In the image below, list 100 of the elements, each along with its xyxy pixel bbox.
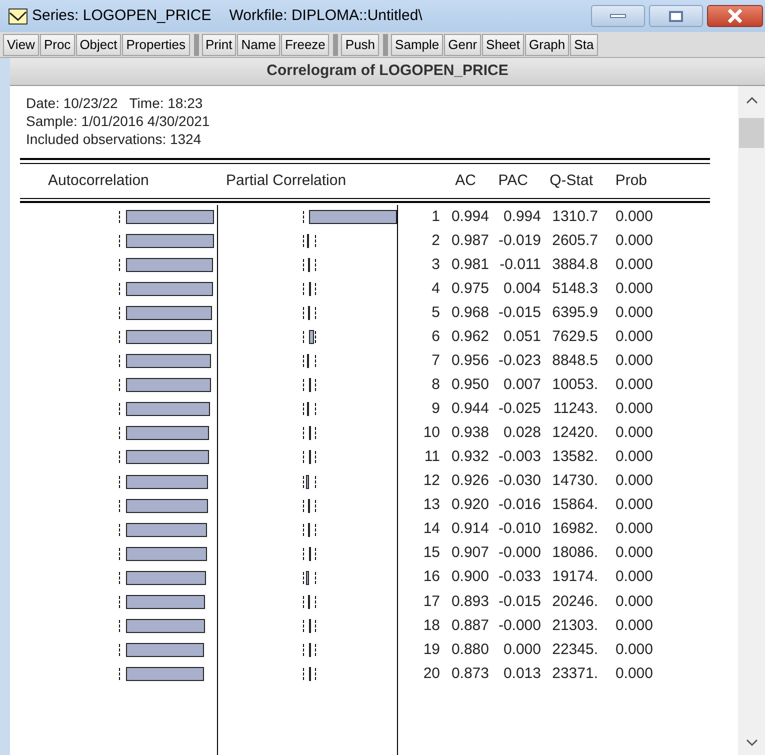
prob-cell-text: 0.000 xyxy=(614,616,653,636)
toolbar-button[interactable]: Graph xyxy=(525,34,570,56)
q-stat-cell-text: 20246. xyxy=(551,592,598,612)
lag-cell-text: 3 xyxy=(430,254,440,275)
lag-cell-text: 2 xyxy=(430,230,440,251)
prob-cell-text: 0.000 xyxy=(614,543,653,564)
minimize-button[interactable] xyxy=(591,5,645,27)
q-stat-cell-text: 18086. xyxy=(551,543,598,564)
info-line: Included observations: 1324 xyxy=(26,130,202,148)
toolbar-button[interactable]: Print xyxy=(202,34,236,56)
correlation-bar xyxy=(307,234,310,248)
q-stat-cell-text: 11243. xyxy=(552,399,598,420)
q-stat-cell-text: 3884.8 xyxy=(551,254,598,275)
pac-cell-text: -0.023 xyxy=(497,351,541,372)
pac-cell-text: 0.051 xyxy=(502,327,541,347)
correlation-bar xyxy=(306,354,309,368)
q-stat-cell-text: 14730. xyxy=(551,471,598,492)
scroll-thumb[interactable] xyxy=(739,118,764,148)
q-stat-cell-text: 8848.5 xyxy=(551,351,598,372)
q-stat-cell-text: 19174. xyxy=(551,567,598,588)
pac-cell-text: -0.010 xyxy=(497,519,541,540)
pac-cell-text: -0.025 xyxy=(497,399,541,420)
ac-cell-text: 0.900 xyxy=(450,567,489,588)
lag-cell-text: 1 xyxy=(430,206,440,227)
prob-cell-text: 0.000 xyxy=(614,471,653,492)
toolbar-button[interactable]: Proc xyxy=(40,34,75,56)
close-icon xyxy=(727,9,743,23)
prob-cell-text: 0.000 xyxy=(614,640,653,660)
lag-cell-text: 6 xyxy=(430,327,440,347)
ac-cell-text: 0.987 xyxy=(450,230,489,251)
q-stat-cell-text: 13582. xyxy=(551,447,598,468)
ac-cell-text: 0.932 xyxy=(450,447,489,468)
q-stat-cell-text: 23371. xyxy=(551,664,598,684)
lag-cell-text: 15 xyxy=(422,543,440,564)
prob-cell-text: 0.000 xyxy=(614,278,653,299)
prob-cell-text: 0.000 xyxy=(614,447,653,468)
prob-cell-text: 0.000 xyxy=(614,254,653,275)
toolbar-button[interactable]: Freeze xyxy=(280,34,330,56)
prob-cell-text: 0.000 xyxy=(614,519,653,540)
close-button[interactable] xyxy=(707,5,763,27)
q-stat-cell-text: 21303. xyxy=(551,616,598,636)
ac-cell-text: 0.950 xyxy=(450,375,489,396)
lag-cell-text: 11 xyxy=(423,447,440,468)
q-stat-cell-text: 22345. xyxy=(551,640,598,660)
toolbar-button[interactable]: Object xyxy=(76,34,122,56)
prob-cell-text: 0.000 xyxy=(614,302,653,323)
pac-cell-text: 0.007 xyxy=(502,375,541,396)
window-title: Series: LOGOPEN_PRICE xyxy=(32,6,212,26)
q-stat-cell-text: 2605.7 xyxy=(551,230,598,251)
correlation-bar xyxy=(308,522,310,537)
ac-cell-text: 0.926 xyxy=(450,471,489,492)
correlation-bar xyxy=(308,306,310,320)
scroll-down-icon[interactable] xyxy=(746,739,758,747)
column-header: Autocorrelation xyxy=(47,170,150,191)
lag-cell-text: 12 xyxy=(422,471,440,492)
column-header: Q-Stat xyxy=(548,170,593,191)
lag-cell-text: 17 xyxy=(422,592,440,612)
lag-cell-text: 18 xyxy=(422,616,440,636)
toolbar-button[interactable]: Sheet xyxy=(482,34,524,56)
info-line: Date: 10/23/22 Time: 18:23 xyxy=(26,94,204,112)
toolbar-button[interactable]: Sample xyxy=(391,34,444,56)
prob-cell-text: 0.000 xyxy=(614,567,653,588)
correlation-bar xyxy=(309,330,314,344)
lag-cell-text: 20 xyxy=(422,664,440,684)
toolbar-button[interactable]: Properties xyxy=(122,34,190,56)
correlation-bar xyxy=(306,402,309,416)
lag-cell-text: 16 xyxy=(422,567,440,588)
pac-cell-text: -0.015 xyxy=(497,592,541,612)
chart-icon xyxy=(8,8,28,24)
prob-cell-text: 0.000 xyxy=(614,399,653,420)
scroll-up-icon[interactable] xyxy=(746,96,758,104)
correlation-bar xyxy=(309,426,312,440)
scrollbar[interactable] xyxy=(738,86,765,755)
prob-cell-text: 0.000 xyxy=(614,664,653,684)
ac-cell-text: 0.887 xyxy=(450,616,489,636)
ac-cell-text: 0.981 xyxy=(450,254,489,275)
pac-cell-text: -0.033 xyxy=(497,567,541,588)
prob-cell-text: 0.000 xyxy=(614,423,653,444)
pac-cell-text: 0.000 xyxy=(502,640,541,660)
pac-cell-text: -0.000 xyxy=(497,616,541,636)
toolbar-button[interactable]: Sta xyxy=(570,34,598,56)
maximize-button[interactable] xyxy=(649,5,703,27)
pac-cell-text: -0.016 xyxy=(497,495,541,516)
pac-cell-text: -0.000 xyxy=(497,543,541,564)
ac-cell-text: 0.873 xyxy=(450,664,489,684)
prob-cell-text: 0.000 xyxy=(614,495,653,516)
toolbar-button[interactable]: Genr xyxy=(444,34,482,56)
correlation-bar xyxy=(308,258,310,272)
toolbar-button[interactable]: Name xyxy=(237,34,280,56)
pac-cell-text: 0.028 xyxy=(502,423,541,444)
toolbar-button[interactable]: Push xyxy=(341,34,380,56)
prob-cell-text: 0.000 xyxy=(614,206,653,227)
ac-cell-text: 0.907 xyxy=(450,543,489,564)
lag-cell-text: 19 xyxy=(422,640,440,660)
toolbar-button[interactable]: View xyxy=(3,34,39,56)
lag-cell-text: 7 xyxy=(430,351,440,372)
pac-cell-text: -0.011 xyxy=(498,254,541,275)
pac-cell-text: -0.030 xyxy=(497,471,541,492)
ac-cell-text: 0.944 xyxy=(450,399,489,420)
correlation-bar xyxy=(306,570,309,585)
